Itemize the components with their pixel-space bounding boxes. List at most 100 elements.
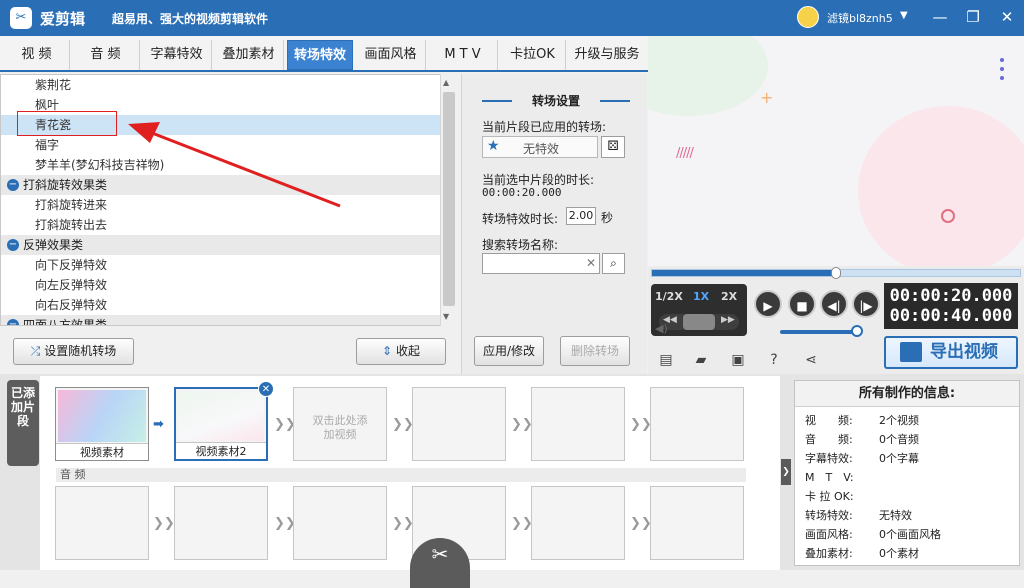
- current-time: 00:00:20.000: [889, 286, 1013, 306]
- preview-ring-shape: [941, 209, 955, 223]
- empty-clip-slot[interactable]: [531, 387, 625, 461]
- speed-2x[interactable]: 2X: [721, 290, 737, 303]
- info-key: 视 频:: [805, 414, 853, 427]
- search-transition-input[interactable]: ✕: [482, 253, 600, 274]
- info-value: 0个素材: [879, 547, 919, 560]
- info-row: 转场特效: 无特效: [805, 506, 912, 525]
- info-row: M T V:: [805, 468, 879, 487]
- timeline-clip[interactable]: 视频素材: [55, 387, 149, 461]
- applied-transition-value: 无特效: [522, 142, 559, 156]
- empty-clip-slot[interactable]: [412, 387, 506, 461]
- added-clips-label: 已添加片段: [7, 380, 39, 466]
- list-scrollbar[interactable]: ▲ ▼: [440, 74, 457, 326]
- progress-fill: [652, 270, 836, 276]
- help-icon[interactable]: ?: [766, 352, 782, 368]
- export-video-label: 导出视频: [930, 342, 998, 362]
- transition-settings-panel: 转场设置 当前片段已应用的转场: ★ 无特效 ⚄ 当前选中片段的时长: 00:0…: [461, 74, 647, 374]
- clip-arrow-icon: ❯❯: [511, 417, 533, 432]
- preview-plus-shape: +: [760, 88, 774, 107]
- stop-icon[interactable]: ■: [788, 290, 816, 318]
- seconds-unit: 秒: [601, 211, 614, 225]
- timeline-clip-selected[interactable]: 视频素材2 ✕: [174, 381, 274, 461]
- clip-timeline: 视频素材 ➡ 视频素材2 ✕ ❯❯ 双击此处添加视频 ❯❯ ❯❯ ❯❯ 音 频 …: [40, 376, 780, 588]
- clip-caption: 视频素材2: [176, 442, 266, 459]
- speed-1x[interactable]: 1X: [693, 290, 709, 303]
- clip-arrow-icon: ❯❯: [392, 417, 414, 432]
- info-key: 画面风格:: [805, 528, 853, 541]
- volume-icon[interactable]: ◀): [655, 322, 668, 335]
- clip-thumbnail: [58, 390, 146, 442]
- audio-track-label: 音 频: [56, 468, 746, 482]
- collapse-button[interactable]: ⇕ 收起: [356, 338, 446, 365]
- info-title: 所有制作的信息:: [795, 381, 1019, 407]
- add-video-placeholder[interactable]: 双击此处添加视频: [293, 387, 387, 461]
- info-row: 叠加素材: 0个素材: [805, 544, 919, 563]
- settings-header: 转场设置: [482, 92, 630, 109]
- info-value: 0个字幕: [879, 452, 919, 465]
- random-dice-button[interactable]: ⚄: [601, 136, 625, 158]
- collapse-icon: ⇕: [382, 344, 393, 358]
- shuffle-icon: ⤮: [30, 344, 41, 358]
- open-folder-icon[interactable]: ▰: [693, 352, 709, 368]
- next-frame-icon[interactable]: |▶: [852, 290, 880, 318]
- info-row: 视 频: 2个视频: [805, 411, 919, 430]
- clear-icon[interactable]: ✕: [586, 256, 596, 270]
- info-key: 转场特效:: [805, 509, 853, 522]
- search-transition-label: 搜索转场名称:: [482, 238, 559, 252]
- search-icon[interactable]: ⌕: [602, 253, 625, 274]
- random-transition-label: 设置随机转场: [44, 344, 117, 358]
- new-project-icon[interactable]: ▤: [658, 352, 674, 368]
- apply-button[interactable]: 应用/修改: [474, 336, 544, 366]
- expand-panel-icon[interactable]: ❯: [781, 459, 791, 485]
- applied-transition-label: 当前片段已应用的转场:: [482, 120, 607, 134]
- info-row: 卡 拉 OK:: [805, 487, 879, 506]
- clip-thumbnail: [178, 391, 264, 441]
- empty-audio-slot[interactable]: [650, 486, 744, 560]
- preview-decoration: [648, 36, 768, 116]
- empty-audio-slot[interactable]: [174, 486, 268, 560]
- volume-slider[interactable]: [780, 330, 858, 334]
- previous-frame-icon[interactable]: ◀|: [820, 290, 848, 318]
- empty-audio-slot[interactable]: [55, 486, 149, 560]
- scrollbar-thumb[interactable]: [443, 92, 455, 306]
- speed-slider[interactable]: ◀◀ ▶▶: [659, 314, 739, 330]
- scroll-down-icon[interactable]: ▼: [443, 312, 449, 321]
- clip-arrow-icon: ❯❯: [630, 417, 652, 432]
- playback-progress-bar[interactable]: [651, 267, 1021, 279]
- share-icon[interactable]: ⋖: [803, 352, 819, 368]
- speed-slider-grip[interactable]: [683, 314, 715, 330]
- info-key: 卡 拉 OK:: [805, 490, 854, 503]
- play-icon[interactable]: ▶: [754, 290, 782, 318]
- info-value: 0个画面风格: [879, 528, 941, 541]
- scroll-up-icon[interactable]: ▲: [443, 78, 449, 87]
- effect-duration-label: 转场特效时长:: [482, 212, 559, 226]
- add-video-hint: 双击此处添加视频: [312, 414, 368, 441]
- empty-audio-slot[interactable]: [531, 486, 625, 560]
- progress-handle[interactable]: [831, 267, 841, 279]
- export-video-button[interactable]: 导出视频: [884, 336, 1018, 369]
- save-icon[interactable]: ▣: [730, 352, 746, 368]
- clip-arrow-icon: ➡: [153, 417, 164, 432]
- empty-audio-slot[interactable]: [293, 486, 387, 560]
- clip-arrow-icon: ❯❯: [511, 516, 533, 531]
- speed-half[interactable]: 1/2X: [655, 290, 683, 303]
- applied-transition-field: ★ 无特效: [482, 136, 598, 158]
- export-icon: [900, 342, 922, 362]
- info-key: M T V:: [805, 471, 854, 484]
- project-info-panel: 所有制作的信息: 视 频: 2个视频 音 频: 0个音频 字幕特效: 0个字幕 M T…: [794, 380, 1020, 566]
- remove-clip-icon[interactable]: ✕: [258, 381, 274, 397]
- more-vertical-icon: [1000, 58, 1004, 85]
- info-row: 画面风格: 0个画面风格: [805, 525, 941, 544]
- empty-clip-slot[interactable]: [650, 387, 744, 461]
- info-value: 无特效: [879, 509, 912, 522]
- video-preview[interactable]: + /////: [648, 36, 1024, 266]
- delete-transition-button[interactable]: 删除转场: [560, 336, 630, 366]
- effect-duration-input[interactable]: 2.00: [566, 207, 596, 225]
- random-transition-button[interactable]: ⤮ 设置随机转场: [13, 338, 134, 365]
- clip-arrow-icon: ❯❯: [630, 516, 652, 531]
- preview-decoration: [858, 106, 1024, 266]
- info-key: 音 频:: [805, 433, 853, 446]
- volume-handle[interactable]: [851, 325, 863, 337]
- info-key: 字幕特效:: [805, 452, 853, 465]
- clip-duration-value: 00:00:20.000: [482, 186, 562, 199]
